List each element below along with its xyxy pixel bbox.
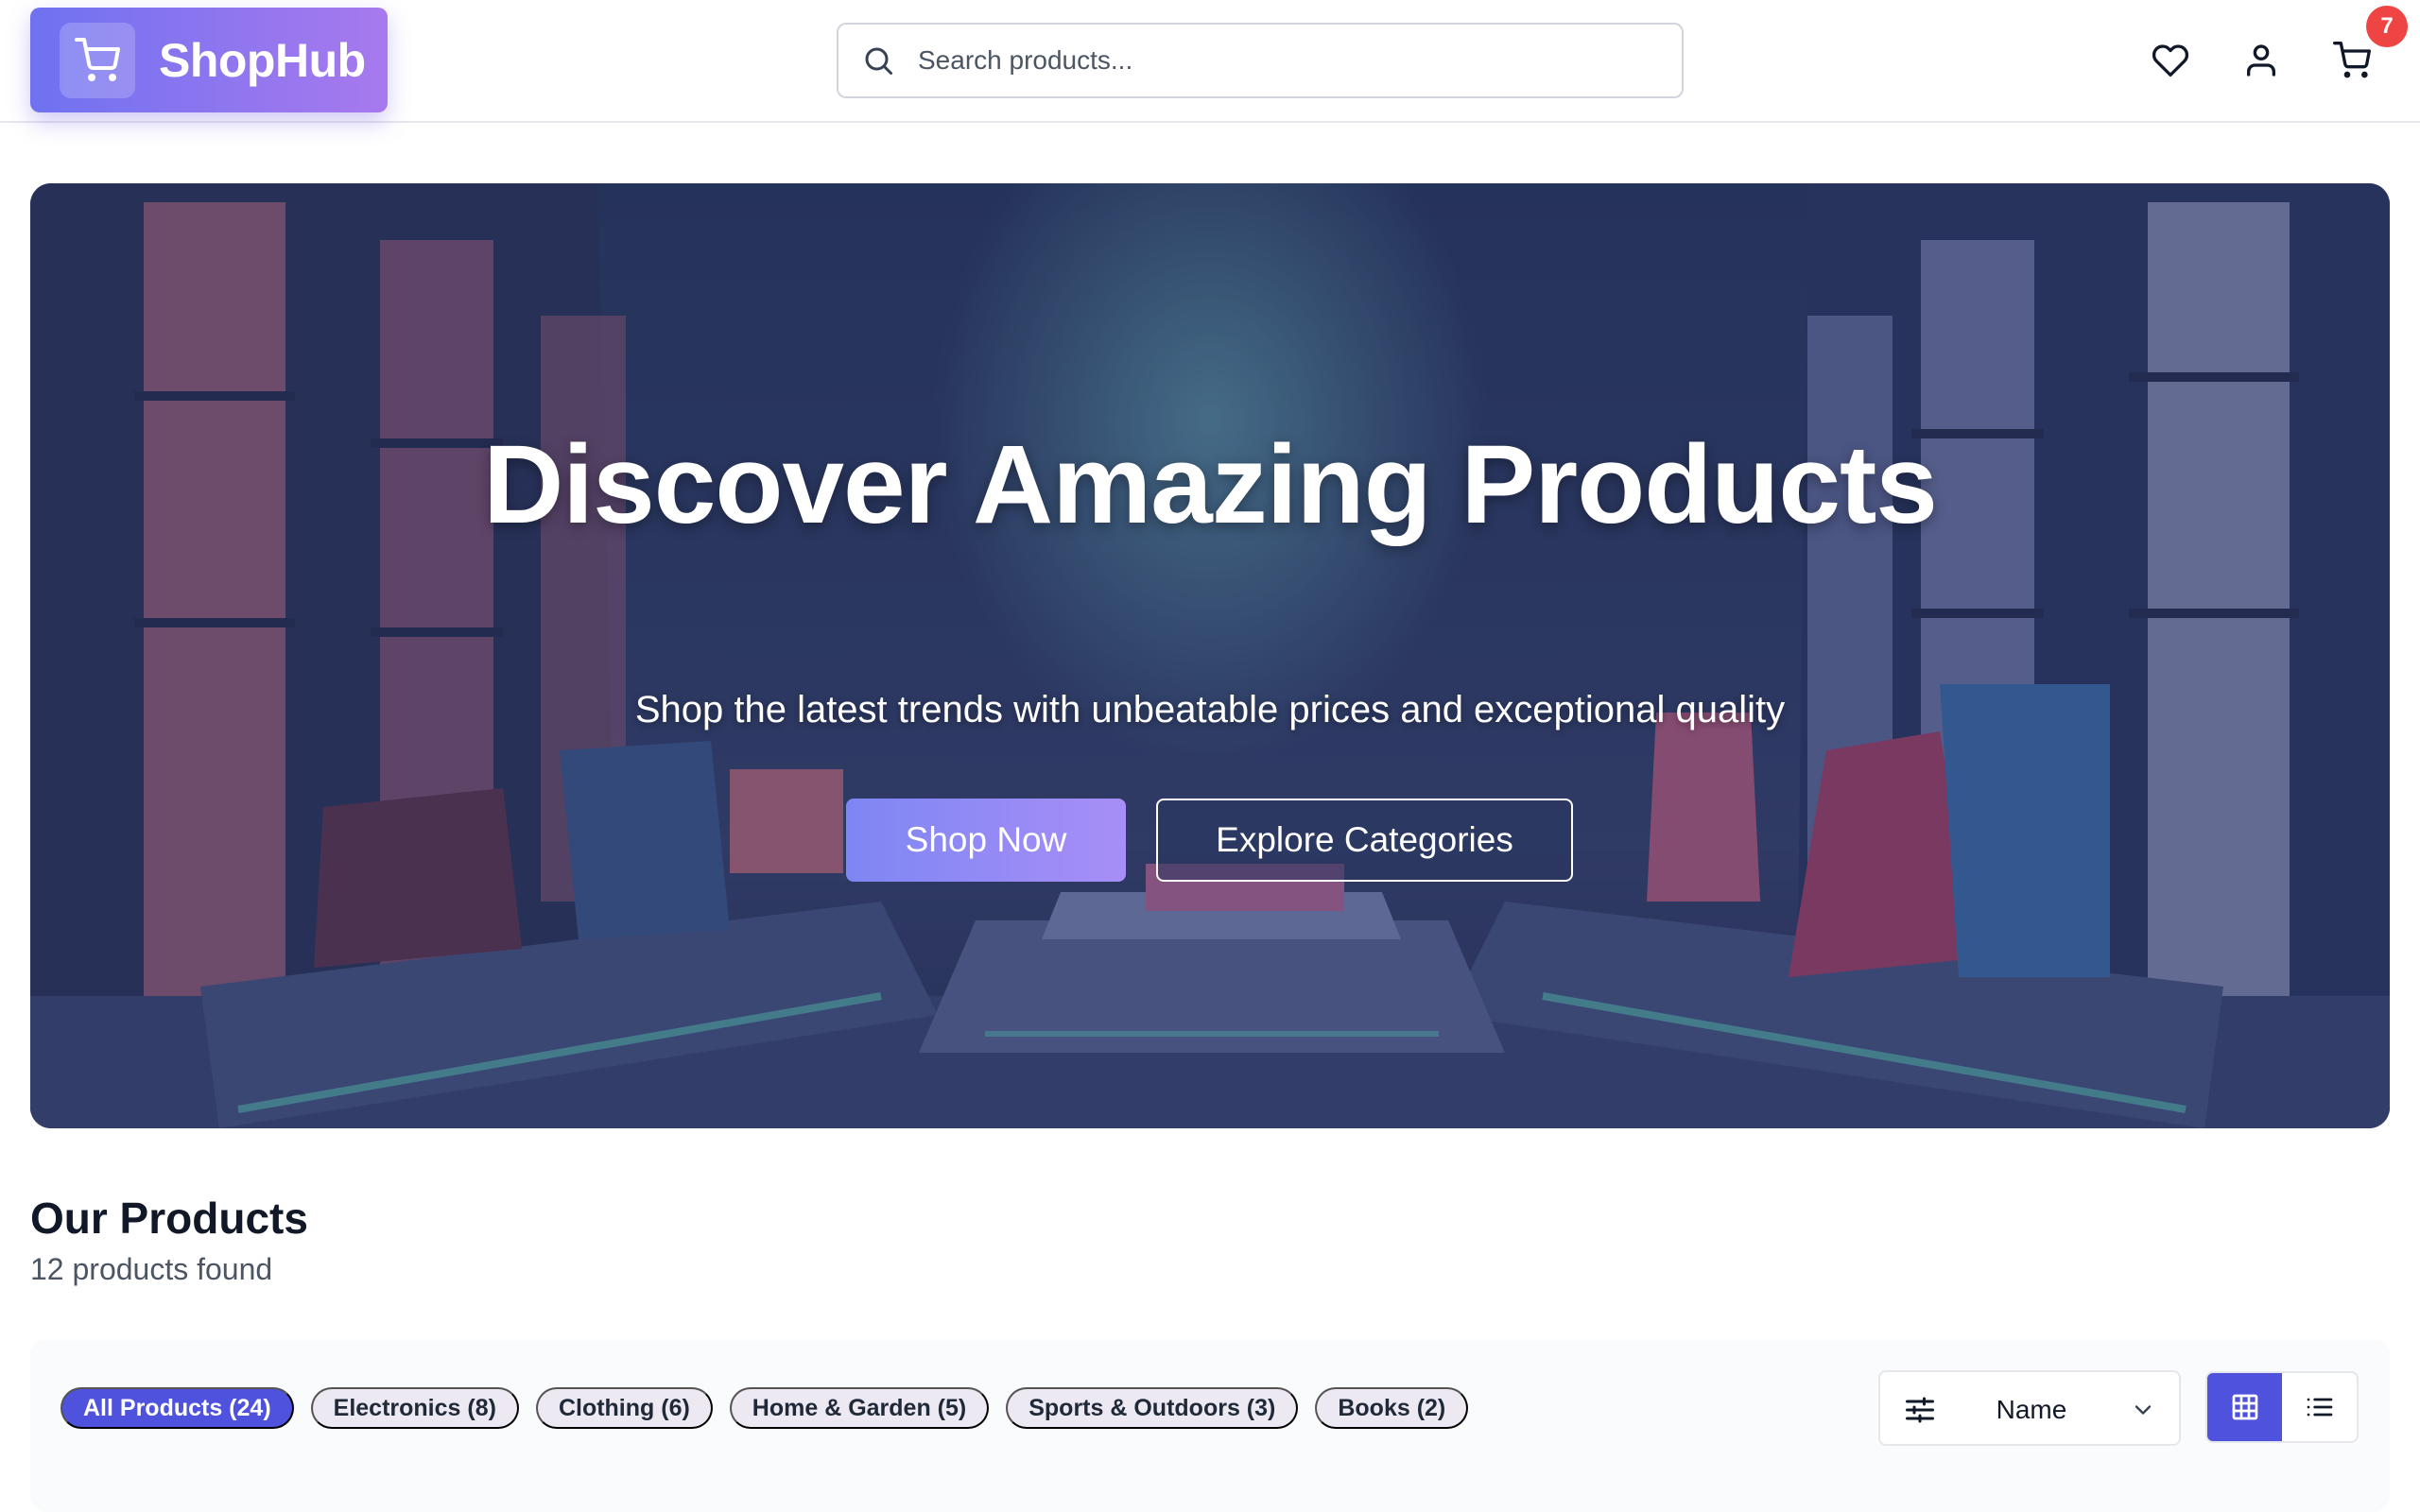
hero-overlay — [30, 183, 2390, 1128]
site-header: ShopHub 7 — [0, 0, 2420, 123]
category-filters: All Products (24) Electronics (8) Clothi… — [60, 1387, 1469, 1429]
category-chip-home-garden[interactable]: Home & Garden (5) — [729, 1387, 990, 1429]
explore-categories-button[interactable]: Explore Categories — [1156, 799, 1573, 882]
grid-icon — [2232, 1394, 2257, 1420]
category-chip-clothing[interactable]: Clothing (6) — [535, 1387, 713, 1429]
hero-title: Discover Amazing Products — [483, 422, 1938, 547]
products-count: 12 products found — [30, 1252, 273, 1286]
chevron-down-icon — [2135, 1405, 2152, 1415]
heart-icon[interactable] — [2152, 42, 2189, 79]
list-icon — [2307, 1398, 2332, 1417]
filter-bar: All Products (24) Electronics (8) Clothi… — [30, 1340, 2390, 1512]
category-chip-electronics[interactable]: Electronics (8) — [310, 1387, 519, 1429]
category-chip-books[interactable]: Books (2) — [1315, 1387, 1469, 1429]
category-chip-sports-outdoors[interactable]: Sports & Outdoors (3) — [1006, 1387, 1299, 1429]
brand-name: ShopHub — [159, 33, 366, 87]
hero-subtitle: Shop the latest trends with unbeatable p… — [634, 689, 1786, 730]
grid-view-button[interactable] — [2207, 1373, 2282, 1441]
search-input[interactable] — [918, 32, 1682, 89]
logo-icon-box — [60, 22, 135, 98]
brand-logo[interactable]: ShopHub — [30, 8, 388, 112]
cart-count-badge: 7 — [2366, 6, 2408, 47]
hero-banner: Discover Amazing Products Shop the lates… — [30, 183, 2390, 1128]
sort-select[interactable]: Name — [1878, 1370, 2181, 1446]
user-icon[interactable] — [2242, 42, 2280, 79]
cart-icon[interactable] — [2333, 42, 2371, 79]
category-chip-all-products[interactable]: All Products (24) — [60, 1387, 294, 1429]
products-heading: Our Products — [30, 1194, 308, 1243]
cart-icon — [75, 37, 120, 81]
shop-now-button[interactable]: Shop Now — [846, 799, 1126, 882]
view-toggle — [2205, 1371, 2359, 1443]
list-view-button[interactable] — [2282, 1373, 2357, 1441]
search-icon — [865, 47, 892, 75]
search-bar[interactable] — [837, 23, 1684, 98]
